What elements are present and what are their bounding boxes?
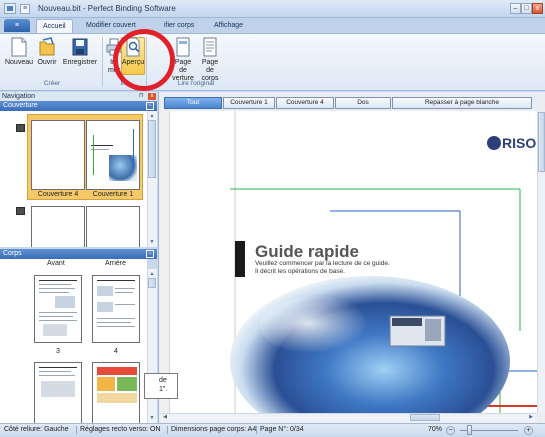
corps-section-header[interactable]: Corps <box>0 249 157 259</box>
couverture-collapse-button[interactable]: − <box>146 102 154 110</box>
tooltip-fragment: de 1". <box>144 373 178 399</box>
page-corps-label-1: Page de <box>201 59 219 74</box>
enregistrer-button[interactable]: Enregistrer <box>60 37 100 67</box>
app-menu-button[interactable]: ≡ <box>4 19 30 32</box>
body-page-3-label: 3 <box>56 348 60 355</box>
tooltip-text-1: de <box>159 377 167 384</box>
scroll-down-icon[interactable]: ▼ <box>148 238 156 246</box>
preview-vscroll-thumb[interactable] <box>538 112 545 172</box>
tab-modifier-corps[interactable]: ifier corps <box>158 19 200 33</box>
status-separator <box>167 426 168 434</box>
couverture-section-header[interactable]: Couverture <box>0 101 157 111</box>
preview-tab-couverture-1[interactable]: Couverture 1 <box>223 97 275 109</box>
cover-1-thumbnail[interactable] <box>86 120 140 190</box>
zoom-in-button[interactable]: + <box>524 426 533 435</box>
close-button[interactable]: x <box>532 3 543 14</box>
preview-tab-tout[interactable]: Tout <box>164 97 222 109</box>
new-document-icon <box>11 37 27 57</box>
preview-horizontal-scrollbar[interactable] <box>160 413 537 422</box>
body-page-4-label: 4 <box>114 348 118 355</box>
corps-column-arriere: Arrière <box>105 260 127 267</box>
body-page-4-thumbnail[interactable] <box>92 275 140 343</box>
cover-thumbnail-2[interactable] <box>31 206 85 247</box>
doc-title: Guide rapide <box>255 242 359 261</box>
app-icon[interactable] <box>4 3 16 14</box>
preview-tab-dos[interactable]: Dos <box>335 97 391 109</box>
doc-subtitle-2: Il décrit les opérations de base. <box>255 268 345 275</box>
scroll-left-icon[interactable]: ◀ <box>161 413 169 421</box>
repasser-page-blanche-button[interactable]: Repasser à page blanche <box>392 97 532 109</box>
group-label-lire-original: Lire l'original <box>177 80 215 87</box>
status-separator <box>76 426 77 434</box>
cover-page-icon <box>176 37 190 57</box>
nouveau-label: Nouveau <box>4 59 34 66</box>
cover-4-label: Couverture 4 <box>37 191 79 198</box>
enregistrer-label: Enregistrer <box>62 59 98 66</box>
quick-access-icon[interactable]: ≡ <box>20 4 30 14</box>
status-page-dimensions: Dimensions page corps: A4 <box>171 426 257 433</box>
page-corps-button[interactable]: Page de corps <box>197 37 223 83</box>
cover-thumbnail-3[interactable] <box>86 206 140 247</box>
status-duplex: Réglages recto verso: ON <box>80 426 161 433</box>
zoom-out-button[interactable]: − <box>446 426 455 435</box>
ouvrir-label: Ouvrir <box>37 59 57 66</box>
window-title: Nouveau.bit - Perfect Binding Software <box>38 4 176 13</box>
body-page-icon <box>203 37 217 57</box>
corps-column-avant: Avant <box>47 260 65 267</box>
group-label-creer: Créer <box>43 80 61 87</box>
zoom-level-text: 70% <box>428 426 443 433</box>
scroll-up-icon[interactable]: ▲ <box>148 270 156 278</box>
preview-canvas[interactable]: Guide rapide Veuillez commencer par la l… <box>160 111 537 413</box>
corps-collapse-button[interactable]: − <box>146 250 154 258</box>
preview-hscroll-thumb[interactable] <box>410 414 440 421</box>
status-binding-side: Côté reliure: Gauche <box>4 426 69 433</box>
body-page-3-thumbnail[interactable] <box>34 275 82 343</box>
page-couverture-label-1: Page de <box>174 59 192 74</box>
open-folder-icon <box>39 37 55 56</box>
navigation-header: Navigation <box>0 92 157 101</box>
ouvrir-button[interactable]: Ouvrir <box>34 37 60 67</box>
cover-spread-icon-2 <box>16 207 25 215</box>
body-scroll-thumb[interactable] <box>148 278 156 288</box>
preview-left-strip <box>160 111 170 413</box>
brand-logo-text: RISO <box>502 135 537 151</box>
couverture-section-title: Couverture <box>3 102 38 109</box>
navigation-close-button[interactable]: x <box>148 93 156 100</box>
save-disk-icon <box>72 38 88 56</box>
preview-tab-couverture-4[interactable]: Couverture 4 <box>276 97 334 109</box>
zoom-slider-thumb[interactable] <box>466 425 472 435</box>
tooltip-text-2: 1". <box>159 386 168 393</box>
maximize-button[interactable]: □ <box>521 3 532 14</box>
tab-affichage[interactable]: Affichage <box>208 19 249 33</box>
cover-spread-icon <box>16 124 25 132</box>
corps-section-title: Corps <box>3 250 22 257</box>
cover-4-thumbnail[interactable] <box>31 120 85 190</box>
scroll-down-icon[interactable]: ▼ <box>148 414 156 422</box>
highlight-circle <box>113 29 175 91</box>
doc-subtitle-1: Veuillez commencer par la lecture de ce … <box>255 260 390 267</box>
body-page-5-thumbnail[interactable] <box>34 362 82 423</box>
scroll-up-icon[interactable]: ▲ <box>148 112 156 120</box>
riso-logo-icon <box>487 136 501 150</box>
minimize-button[interactable]: – <box>510 3 521 14</box>
cover-scroll-thumb[interactable] <box>148 120 156 178</box>
tab-accueil[interactable]: Accueil <box>36 19 73 33</box>
status-separator <box>256 426 257 434</box>
pin-icon[interactable]: ⊓ <box>139 93 146 100</box>
nouveau-button[interactable]: Nouveau <box>4 37 34 67</box>
body-page-6-thumbnail[interactable] <box>92 362 140 423</box>
status-page-number: Page N°: 0/34 <box>260 426 304 433</box>
scroll-right-icon[interactable]: ▶ <box>527 413 535 421</box>
body-scrollbar[interactable] <box>147 269 157 423</box>
cover-1-label: Couverture 1 <box>92 191 134 198</box>
group-separator <box>102 37 103 87</box>
